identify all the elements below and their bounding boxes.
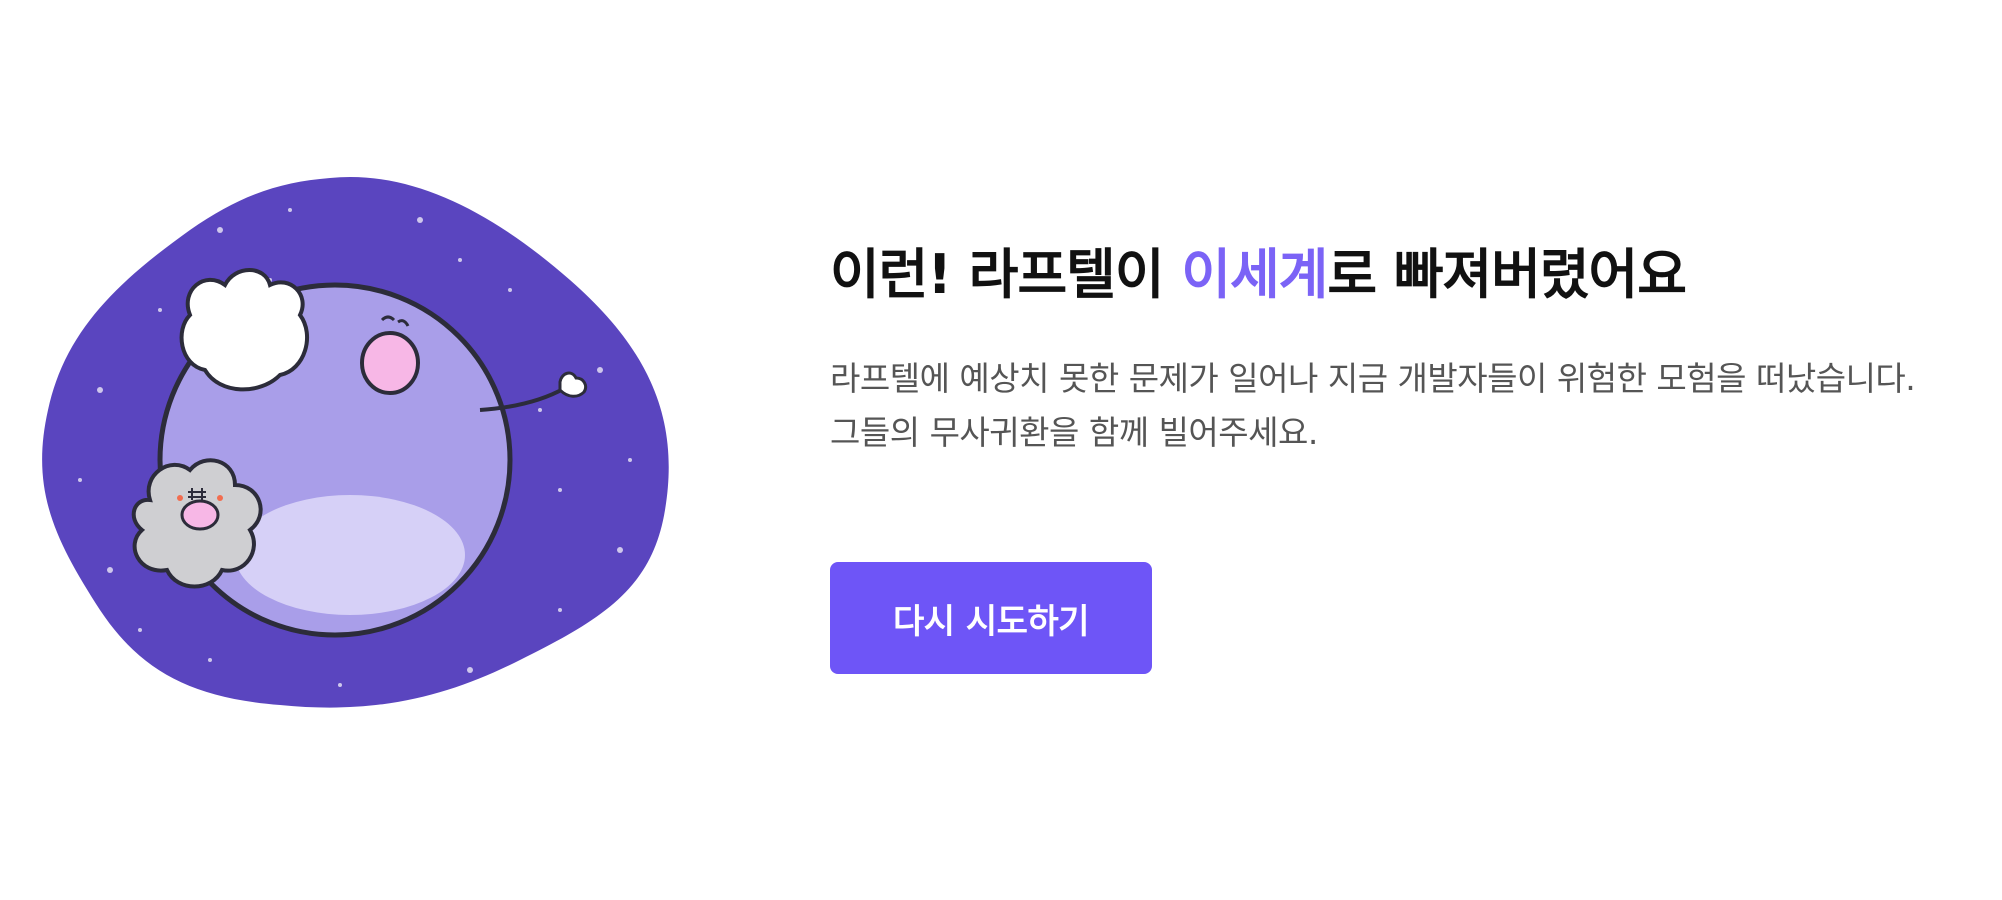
description-line-2: 그들의 무사귀환을 함께 빌어주세요. (830, 413, 1318, 452)
planet-character-icon (42, 176, 669, 708)
headline-prefix: 이런! 라프텔이 (830, 243, 1182, 306)
error-headline: 이런! 라프텔이 이세계로 빠져버렸어요 (830, 240, 1980, 310)
error-description: 라프텔에 예상치 못한 문제가 일어나 지금 개발자들이 위험한 모험을 떠났습… (830, 352, 1980, 460)
description-line-1: 라프텔에 예상치 못한 문제가 일어나 지금 개발자들이 위험한 모험을 떠났습… (830, 359, 1916, 398)
retry-button[interactable]: 다시 시도하기 (830, 562, 1152, 674)
headline-highlight: 이세계 (1181, 243, 1328, 306)
creature-mouth (180, 499, 220, 531)
planet-illustration (40, 170, 680, 710)
headline-suffix: 로 빠져버렸어요 (1327, 243, 1687, 306)
error-content: 이런! 라프텔이 이세계로 빠져버렸어요 라프텔에 예상치 못한 문제가 일어나… (830, 240, 1980, 674)
planet-cheek (360, 331, 420, 395)
planet-patch (235, 495, 465, 615)
